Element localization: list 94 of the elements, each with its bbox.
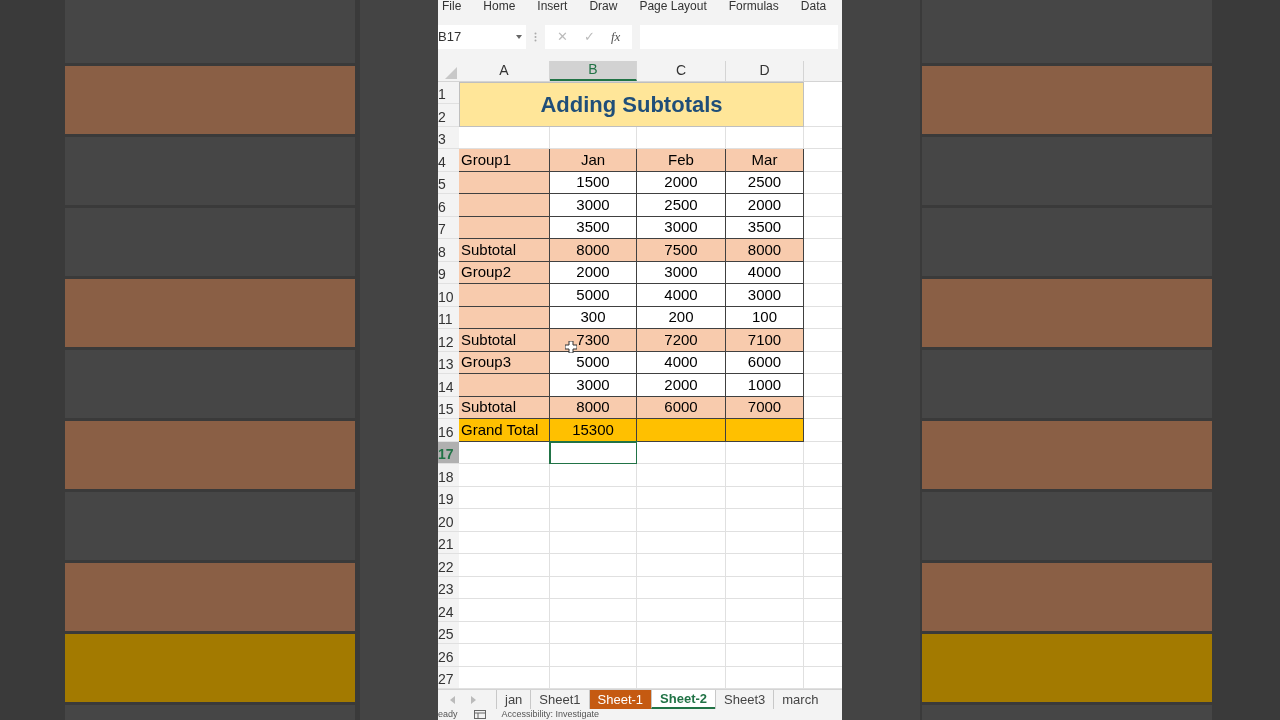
table-cell: Subtotal [459,396,550,419]
table-cell: 3000 [726,284,804,307]
row-number[interactable]: 15 [438,396,459,419]
table-cell: 15300 [550,419,637,442]
row-number[interactable]: 27 [438,666,459,689]
table-cell: 2000 [726,194,804,217]
name-box[interactable]: B17 [438,24,526,49]
row-number[interactable]: 14 [438,374,459,397]
table-cell: 3000 [550,194,637,217]
column-header[interactable]: D [726,60,804,81]
scroll-right-icon[interactable] [471,695,476,704]
row-number[interactable]: 19 [438,486,459,509]
table-cell: Jan [550,149,637,172]
row-number[interactable]: 1 [438,81,459,104]
column-header[interactable]: C [637,60,726,81]
row-number[interactable]: 18 [438,464,459,487]
table-cell: 3500 [726,216,804,239]
table-cell: 7200 [637,329,726,352]
insert-function-button[interactable]: fx [611,26,621,47]
row-number[interactable]: 8 [438,239,459,262]
table-cell: 8000 [550,239,637,262]
scroll-left-icon[interactable] [450,695,455,704]
row-number[interactable]: 6 [438,194,459,217]
sheet-tab[interactable]: Sheet-1 [588,690,652,709]
menu-item[interactable]: Insert [537,0,568,13]
table-cell: Grand Total [459,419,550,442]
table-cell: 4000 [637,351,726,374]
table-cell: 1500 [550,171,637,194]
row-number[interactable]: 2 [438,104,459,127]
table-cell: 3000 [637,261,726,284]
table-cell: 7000 [726,396,804,419]
table-cell: 3500 [550,216,637,239]
drag-handle-icon [534,31,537,42]
row-number[interactable]: 24 [438,599,459,622]
table-cell: 200 [637,306,726,329]
table-cell: 1000 [726,374,804,397]
table-cell: 3000 [637,216,726,239]
table-cell: 2500 [637,194,726,217]
table-cell: Mar [726,149,804,172]
select-all-icon[interactable] [445,66,457,79]
cursor-icon [565,341,577,353]
table-cell: Group2 [459,261,550,284]
table-cell: 3000 [550,374,637,397]
row-number[interactable]: 12 [438,329,459,352]
table-cell: 7500 [637,239,726,262]
menu-item[interactable]: File [442,0,462,13]
table-cell: 2000 [550,261,637,284]
row-number[interactable]: 16 [438,419,459,442]
menu-item[interactable]: Data [800,0,827,13]
menu-item[interactable]: Formulas [728,0,779,13]
row-number[interactable]: 3 [438,126,459,149]
caret-icon [516,34,522,39]
row-number[interactable]: 21 [438,531,459,554]
table-cell: 5000 [550,284,637,307]
table-cell: 100 [726,306,804,329]
row-number[interactable]: 22 [438,554,459,577]
status-text: eady [438,710,458,719]
table-cell: Group3 [459,351,550,374]
table-cell: 6000 [726,351,804,374]
row-number[interactable]: 13 [438,351,459,374]
table-cell: Subtotal [459,239,550,262]
table-cell: 2500 [726,171,804,194]
row-number[interactable]: 11 [438,306,459,329]
menu-item[interactable]: Home [483,0,516,13]
table-cell: 8000 [550,396,637,419]
row-number[interactable]: 7 [438,216,459,239]
table-cell: 2000 [637,374,726,397]
menu-item[interactable]: Draw [589,0,618,13]
column-header[interactable]: B [550,60,637,81]
menu-item[interactable]: Page Layout [639,0,707,13]
row-number[interactable]: 25 [438,621,459,644]
table-cell: 300 [550,306,637,329]
title-cell: Adding Subtotals [459,81,804,127]
table-cell: 5000 [550,351,637,374]
row-number[interactable]: 4 [438,149,459,172]
accessibility-status[interactable]: Accessibility: Investigate [501,710,600,719]
table-cell: 8000 [726,239,804,262]
table-cell: Group1 [459,149,550,172]
table-cell: 6000 [637,396,726,419]
row-number[interactable]: 9 [438,261,459,284]
table-cell: Feb [637,149,726,172]
sheet-tab[interactable]: Sheet-2 [651,690,716,709]
table-cell: 2000 [637,171,726,194]
row-number[interactable]: 26 [438,644,459,667]
table-cell: 4000 [637,284,726,307]
table-cell: Subtotal [459,329,550,352]
table-cell: 7300 [550,329,637,352]
row-number[interactable]: 23 [438,576,459,599]
row-number[interactable]: 5 [438,171,459,194]
sheet-view-icon[interactable] [473,710,486,719]
row-number[interactable]: 10 [438,284,459,307]
table-cell: 4000 [726,261,804,284]
table-cell: 7100 [726,329,804,352]
row-number[interactable]: 20 [438,509,459,532]
